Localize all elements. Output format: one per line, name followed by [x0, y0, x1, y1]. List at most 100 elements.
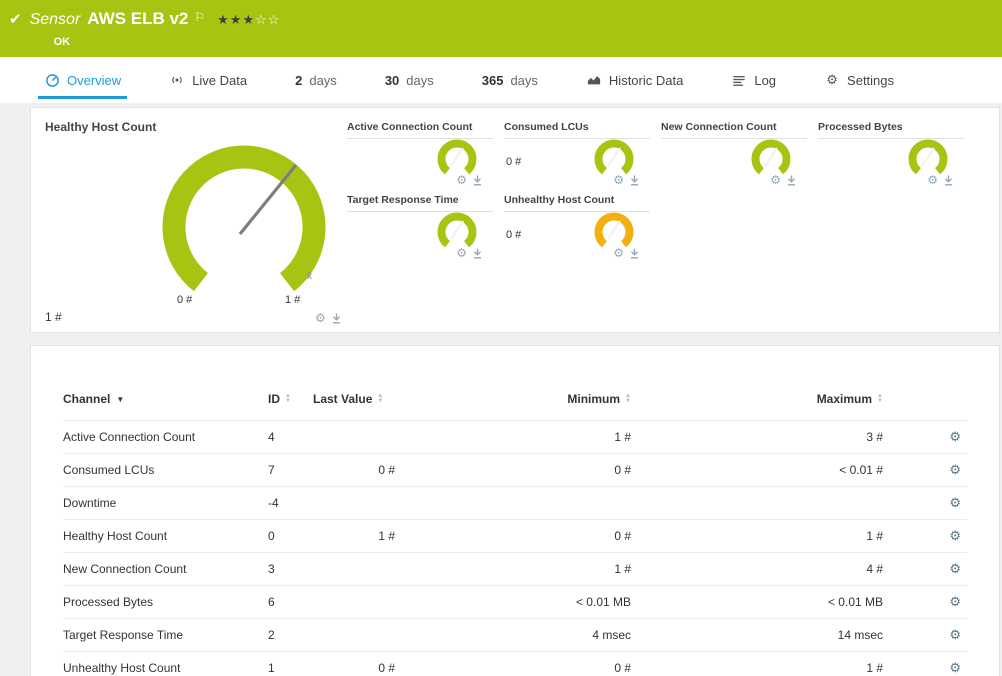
tab-2-days[interactable]: 2 days: [295, 57, 337, 103]
tab-overview[interactable]: Overview: [37, 57, 128, 103]
small-gauge-title: Unhealthy Host Count: [504, 194, 615, 206]
cell-last-value: 0 #: [378, 661, 395, 675]
column-header-minimum[interactable]: Minimum ▲ ▼: [395, 392, 631, 406]
channel-table-row: Unhealthy Host Count 1 0 # 0 # 1 # ⚙: [63, 652, 967, 676]
small-gauge-title: Active Connection Count: [347, 121, 473, 133]
tab-historic-data[interactable]: Historic Data: [586, 57, 683, 103]
cell-maximum: 3 #: [866, 430, 883, 444]
primary-gauge-scale-min: 0 #: [177, 294, 193, 306]
pin-icon[interactable]: [944, 175, 953, 186]
small-gauge-config: ⚙: [613, 174, 639, 186]
tab-30-days-number: 30: [384, 72, 400, 88]
gauge-needle: [450, 147, 464, 167]
channel-settings-gear-icon[interactable]: ⚙: [949, 627, 961, 642]
small-gauge-config: ⚙: [456, 174, 482, 186]
tab-log[interactable]: Log: [731, 57, 776, 103]
channel-settings-gear-icon[interactable]: ⚙: [949, 429, 961, 444]
sensor-status-badge: OK: [53, 36, 71, 48]
tab-30-days[interactable]: 30 days: [385, 57, 434, 103]
cell-minimum: 0 #: [614, 529, 631, 543]
small-gauges-grid: Active Connection Count ⚙ Consumed LCUs …: [347, 116, 975, 262]
gear-icon[interactable]: ⚙: [613, 174, 624, 186]
cell-actions: ⚙: [883, 462, 969, 478]
channel-header-label: Channel: [63, 392, 111, 406]
pin-icon[interactable]: [630, 248, 639, 259]
pin-icon[interactable]: [473, 248, 482, 259]
sensor-name: AWS ELB v2: [87, 9, 189, 28]
small-gauge[interactable]: Processed Bytes ⚙: [818, 116, 975, 189]
small-gauge[interactable]: Consumed LCUs 0 # ⚙: [504, 116, 661, 189]
column-header-maximum[interactable]: Maximum ▲ ▼: [631, 392, 883, 406]
sort-icon: ▲ ▼: [877, 393, 883, 404]
channel-settings-gear-icon[interactable]: ⚙: [949, 594, 961, 609]
cell-channel-name: Active Connection Count: [63, 430, 196, 444]
object-kind-label: Sensor: [29, 11, 81, 28]
gauge-needle: [450, 220, 464, 240]
primary-gauge-config: ⚙: [315, 312, 341, 324]
settings-gear-icon: ⚙: [826, 72, 838, 87]
tab-settings[interactable]: ⚙ Settings: [824, 57, 894, 103]
cell-minimum: 0 #: [614, 661, 631, 675]
channel-settings-gear-icon[interactable]: ⚙: [949, 660, 961, 675]
small-gauge-value: 0 #: [506, 229, 522, 241]
tab-365-days[interactable]: 365 days: [482, 57, 538, 103]
gauge-needle: [607, 220, 621, 240]
channel-settings-gear-icon[interactable]: ⚙: [949, 561, 961, 576]
table-header-row: Channel ▼ ID ▲ ▼ Last Value ▲ ▼ Minimum ▲ ▼…: [63, 392, 967, 421]
tab-live-data[interactable]: Live Data: [169, 57, 247, 103]
gear-icon[interactable]: ⚙: [770, 174, 781, 186]
gear-icon[interactable]: ⚙: [315, 312, 326, 324]
cell-minimum: 1 #: [614, 430, 631, 444]
tab-365-days-word: days: [510, 72, 538, 88]
gear-icon[interactable]: ⚙: [456, 247, 467, 259]
cell-channel-id: -4: [268, 496, 279, 510]
gauge-needle: [921, 147, 935, 167]
channel-settings-gear-icon[interactable]: ⚙: [949, 462, 961, 477]
gauge-needle: [764, 147, 778, 167]
sort-icon: ▲ ▼: [285, 393, 291, 404]
small-gauge-title: Consumed LCUs: [504, 121, 589, 133]
cell-maximum: < 0.01 MB: [827, 595, 883, 609]
small-gauge-title: Target Response Time: [347, 194, 459, 206]
cell-actions: ⚙: [883, 429, 969, 445]
column-header-last-value[interactable]: Last Value ▲ ▼: [313, 392, 395, 406]
primary-gauge-value: 1 #: [45, 310, 62, 324]
pin-icon[interactable]: [332, 313, 341, 324]
column-header-channel[interactable]: Channel ▼: [63, 392, 268, 406]
column-header-id[interactable]: ID ▲ ▼: [268, 392, 313, 406]
flag-icon[interactable]: ⚐: [194, 10, 205, 24]
live-data-broadcast-icon: [169, 72, 185, 88]
small-gauge-value: 0 #: [506, 156, 522, 168]
small-gauge[interactable]: Unhealthy Host Count 0 # ⚙: [504, 189, 661, 262]
small-gauge[interactable]: Target Response Time ⚙: [347, 189, 504, 262]
tab-365-days-number: 365: [481, 72, 504, 88]
cell-minimum: 4 msec: [592, 628, 631, 642]
small-gauge[interactable]: New Connection Count ⚙: [661, 116, 818, 189]
tab-bar: Overview Live Data 2 days 30 days 365 da…: [0, 57, 1002, 103]
tab-2-days-word: days: [309, 72, 337, 88]
priority-stars[interactable]: ★★★☆☆: [217, 12, 280, 28]
sensor-title-block: Sensor AWS ELB v2 ⚐ ★★★☆☆ OK: [30, 9, 281, 48]
gear-icon[interactable]: ⚙: [927, 174, 938, 186]
channels-table-panel: Channel ▼ ID ▲ ▼ Last Value ▲ ▼ Minimum ▲ ▼…: [30, 345, 1000, 676]
gear-icon[interactable]: ⚙: [456, 174, 467, 186]
cell-actions: ⚙: [883, 660, 969, 676]
stars-empty-icon[interactable]: ☆☆: [255, 12, 280, 27]
gear-icon[interactable]: ⚙: [613, 247, 624, 259]
small-gauge[interactable]: Active Connection Count ⚙: [347, 116, 504, 189]
pin-icon[interactable]: [630, 175, 639, 186]
tab-live-data-label: Live Data: [192, 72, 248, 88]
channel-settings-gear-icon[interactable]: ⚙: [949, 528, 961, 543]
channel-table-row: Active Connection Count 4 1 # 3 # ⚙: [63, 421, 967, 454]
gauge-needle: [238, 163, 298, 236]
cell-maximum: 1 #: [866, 529, 883, 543]
cell-minimum: 0 #: [614, 463, 631, 477]
pin-icon[interactable]: [473, 175, 482, 186]
channel-settings-gear-icon[interactable]: ⚙: [949, 495, 961, 510]
pin-icon[interactable]: [787, 175, 796, 186]
cell-channel-name: Consumed LCUs: [63, 463, 155, 477]
stars-filled-icon[interactable]: ★★★: [217, 12, 255, 27]
cell-maximum: < 0.01 #: [839, 463, 883, 477]
sensor-banner: ✔ Sensor AWS ELB v2 ⚐ ★★★☆☆ OK: [0, 0, 1002, 57]
cell-channel-id: 3: [268, 562, 275, 576]
